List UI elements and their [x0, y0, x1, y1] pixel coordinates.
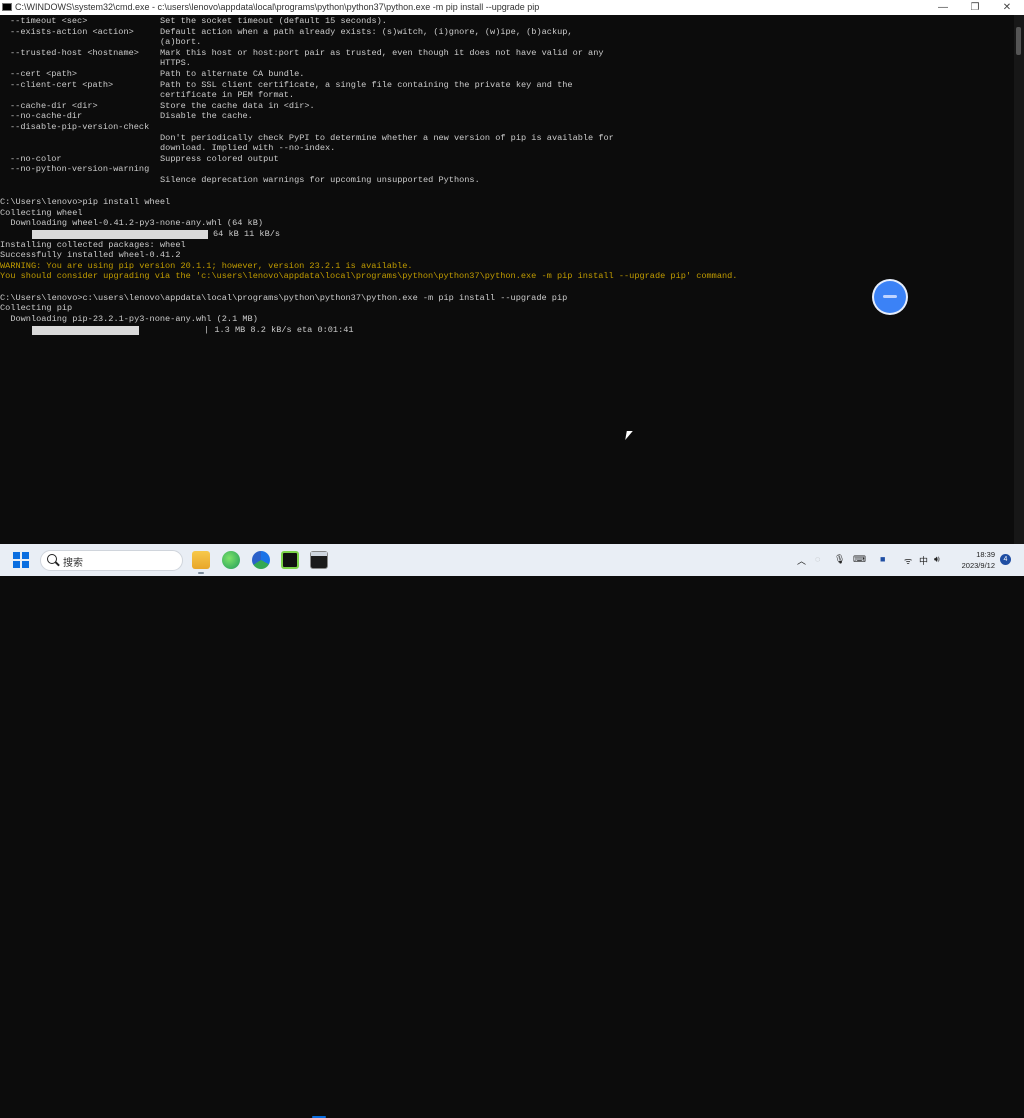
cmd-app-icon	[2, 3, 12, 11]
notification-badge[interactable]: 4	[1000, 554, 1011, 565]
window-title: C:\WINDOWS\system32\cmd.exe - c:\users\l…	[15, 2, 540, 12]
wheel-progress-text: 64 kB 11 kB/s	[213, 229, 281, 239]
help-option-description: Store the cache data in <dir>.	[160, 100, 315, 111]
tray-chevron-icon[interactable]: ︿	[797, 554, 806, 567]
wheel-progress-track	[32, 230, 208, 239]
help-option-description: Don't periodically check PyPI to determi…	[160, 132, 614, 143]
clock-date: 2023/9/12	[961, 561, 995, 570]
help-option-description: Silence deprecation warnings for upcomin…	[160, 175, 480, 185]
floating-assistant-button[interactable]	[874, 281, 906, 313]
help-option-description: Suppress colored output	[160, 153, 279, 164]
chrome-icon[interactable]	[252, 551, 270, 569]
input-method-icon[interactable]: ⌨︎	[853, 554, 866, 565]
minimize-button[interactable]: —	[928, 0, 958, 15]
help-option-description: (a)bort.	[160, 37, 202, 48]
scrollbar-thumb[interactable]	[1016, 27, 1021, 55]
window-titlebar[interactable]: C:\WINDOWS\system32\cmd.exe - c:\users\l…	[0, 0, 1024, 15]
success-line: Successfully installed wheel-0.41.2	[0, 250, 181, 260]
help-option-description: Mark this host or host:port pair as trus…	[160, 47, 604, 58]
downloading-pip-line: Downloading pip-23.2.1-py3-none-any.whl …	[0, 314, 258, 324]
microphone-icon[interactable]: 🎙︎	[834, 554, 845, 565]
language-icon[interactable]: 中	[919, 554, 928, 567]
help-option-description: Default action when a path already exist…	[160, 26, 573, 37]
help-option-flag: --no-python-version-warning	[10, 164, 150, 175]
pycharm-icon[interactable]	[281, 551, 299, 569]
system-clock[interactable]: 18:39 2023/9/12	[950, 549, 995, 571]
prompt-pip-install-wheel: C:\Users\lenovo>pip install wheel	[0, 197, 171, 207]
upgrade-advice-line: You should consider upgrading via the 'c…	[0, 271, 738, 281]
console-output[interactable]: --timeout <sec> Set the socket timeout (d…	[0, 15, 1014, 544]
maximize-button[interactable]: ❐	[960, 0, 990, 15]
volume-icon[interactable]: 🔊︎	[934, 554, 940, 565]
search-icon	[47, 554, 57, 564]
search-placeholder: 搜索	[63, 558, 83, 569]
help-option-flag: --timeout <sec>	[10, 16, 88, 26]
help-option-description: Set the socket timeout (default 15 secon…	[160, 16, 387, 26]
tray-app-icon[interactable]: ◌	[815, 554, 820, 564]
help-option-flag: --disable-pip-version-check	[10, 122, 150, 132]
taskbar: 搜索 ︿ ◌ 🎙︎ ⌨︎ ■ ᯤ 中 🔊︎	[0, 544, 1024, 1118]
edge-icon[interactable]	[222, 551, 240, 569]
cmd-icon[interactable]	[310, 551, 328, 569]
help-option-flag: --cache-dir <dir>	[10, 100, 98, 111]
start-button[interactable]	[13, 552, 29, 568]
prompt-upgrade-pip: C:\Users\lenovo>c:\users\lenovo\appdata\…	[0, 293, 568, 303]
taskbar-search[interactable]: 搜索	[40, 550, 183, 571]
bluetooth-tray-icon[interactable]: ■	[880, 554, 885, 564]
wheel-progress-bar	[32, 230, 208, 239]
help-option-flag: --cert <path>	[10, 69, 78, 79]
help-option-description: Path to SSL client certificate, a single…	[160, 79, 573, 90]
file-explorer-icon[interactable]	[192, 551, 210, 574]
help-option-flag: --no-color	[10, 153, 62, 164]
help-option-flag: --trusted-host <hostname>	[10, 47, 139, 58]
help-option-description: certificate in PEM format.	[160, 90, 295, 101]
console-scrollbar[interactable]	[1014, 15, 1024, 544]
help-option-description: HTTPS.	[160, 58, 191, 69]
help-option-description: Path to alternate CA bundle.	[160, 69, 305, 79]
help-option-description: Disable the cache.	[160, 111, 253, 122]
clock-time: 18:39	[976, 550, 995, 559]
pip-progress-bar	[32, 326, 139, 335]
downloading-wheel-line: Downloading wheel-0.41.2-py3-none-any.wh…	[0, 218, 264, 228]
wifi-icon[interactable]: ᯤ	[904, 554, 912, 567]
collecting-pip-line: Collecting pip	[0, 303, 73, 313]
pip-progress-track	[32, 326, 204, 335]
help-option-flag: --client-cert <path>	[10, 79, 114, 90]
help-option-flag: --exists-action <action>	[10, 26, 134, 37]
pip-progress-text: | 1.3 MB 8.2 kB/s eta 0:01:41	[204, 325, 354, 335]
help-option-flag: --no-cache-dir	[10, 111, 83, 122]
close-button[interactable]: ✕	[992, 0, 1022, 15]
help-option-description: download. Implied with --no-index.	[160, 143, 336, 154]
